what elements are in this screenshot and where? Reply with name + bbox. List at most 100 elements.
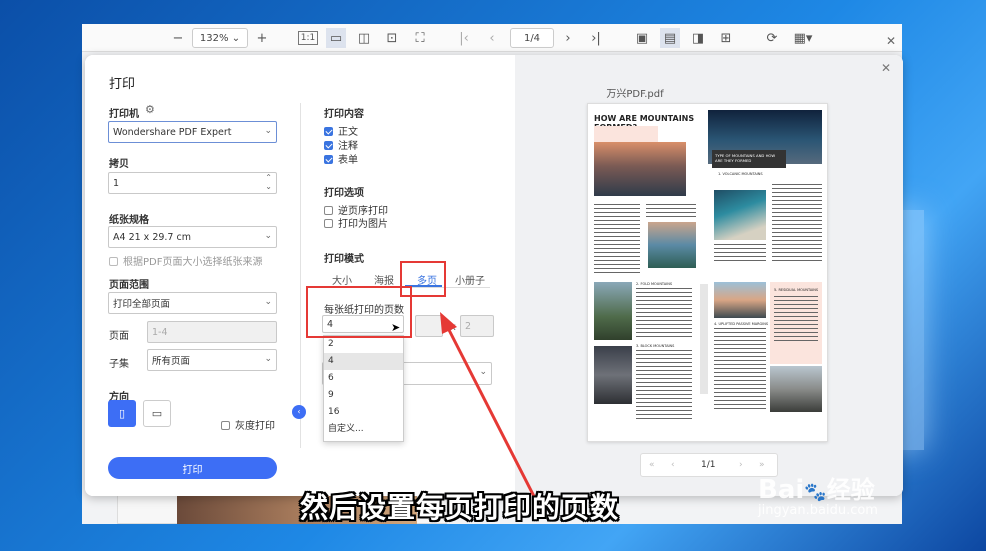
paper-source-checkbox[interactable]: 根据PDF页面大小选择纸张来源	[109, 253, 262, 268]
doc-peach-block	[594, 126, 658, 142]
doc-grey-bar	[700, 284, 708, 394]
dropdown-option-selected[interactable]: 4	[324, 353, 403, 370]
pages-per-sheet-dropdown: 2 4 6 9 16 自定义...	[323, 335, 404, 442]
grid-rows-stepper[interactable]: 2	[460, 315, 494, 337]
content-checkbox-annotations[interactable]: 注释	[324, 137, 358, 152]
next-page-icon[interactable]: ›	[560, 28, 576, 48]
rotate-view-icon[interactable]: ⟳	[762, 28, 782, 48]
doc-text-column	[594, 204, 640, 274]
checkbox-checked[interactable]	[324, 154, 333, 164]
zoom-in-icon[interactable]: +	[254, 28, 270, 48]
first-page-icon[interactable]: |‹	[456, 28, 472, 48]
doc-text-column	[636, 288, 692, 338]
single-page-icon[interactable]: ▣	[632, 28, 652, 48]
doc-image-sunset-mountain	[594, 142, 686, 196]
option-item-label: 打印为图片	[338, 219, 388, 230]
chevron-down-icon: ⌄	[264, 297, 272, 307]
fit-page-icon[interactable]: ◫	[354, 28, 374, 48]
pager-prev-icon[interactable]: ‹	[671, 460, 675, 470]
dropdown-option[interactable]: 16	[324, 404, 403, 421]
zoom-select[interactable]: 132% ⌄	[192, 28, 248, 48]
doc-image-snow-peak	[714, 282, 766, 318]
collapse-panel-icon[interactable]: ‹	[292, 405, 306, 419]
doc-image-coast	[714, 190, 766, 240]
copies-stepper[interactable]: 1 ⌃ ⌄	[108, 172, 277, 194]
dropdown-option[interactable]: 2	[324, 336, 403, 353]
fit-visible-icon[interactable]: ⊡	[382, 28, 402, 48]
landscape-icon: ▭	[151, 407, 163, 420]
doc-text-column	[636, 350, 692, 420]
doc-subtitle: TYPE OF MOUNTAINS AND HOW ARE THEY FORME…	[712, 150, 786, 168]
prev-page-icon[interactable]: ‹	[484, 28, 500, 48]
grid-x-label: x	[450, 322, 456, 333]
dropdown-option[interactable]: 9	[324, 387, 403, 404]
last-page-icon[interactable]: ›|	[588, 28, 604, 48]
watermark-brand2: 经验	[826, 476, 875, 504]
print-mode-label: 打印模式	[324, 254, 364, 265]
watermark-brand: Bai	[758, 475, 805, 505]
grayscale-checkbox[interactable]: 灰度打印	[221, 417, 275, 432]
tab-booklet[interactable]: 小册子	[455, 272, 485, 287]
fit-width-icon[interactable]: ▭	[326, 28, 346, 48]
highlight-box-dropdown	[306, 286, 412, 338]
content-checkbox-text[interactable]: 正文	[324, 123, 358, 138]
printer-value: Wondershare PDF Expert	[113, 126, 232, 138]
page-range-value: 打印全部页面	[113, 299, 171, 310]
pages-input[interactable]: 1-4	[147, 321, 277, 343]
print-settings-panel: 打印 打印机 ⚙ Wondershare PDF Expert ⌄ 拷贝 1 ⌃ ⌄ …	[85, 55, 515, 496]
portrait-icon: ▯	[118, 407, 126, 420]
dialog-title: 打印	[109, 77, 136, 92]
zoom-out-icon[interactable]: −	[170, 28, 186, 48]
subset-select[interactable]: 所有页面 ⌄	[147, 349, 277, 371]
pager-last-icon[interactable]: »	[759, 460, 765, 470]
page-number-field[interactable]: 1/4	[510, 28, 554, 48]
print-options-label: 打印选项	[324, 188, 364, 199]
paper-source-label: 根据PDF页面大小选择纸张来源	[123, 257, 263, 268]
doc-section-3: 3. BLOCK MOUNTAINS	[636, 344, 675, 348]
doc-text-column	[646, 204, 696, 218]
print-button[interactable]: 打印	[108, 457, 277, 479]
checkbox-box[interactable]	[109, 256, 118, 266]
doc-text-column	[774, 296, 818, 342]
chevron-down-icon: ⌄	[264, 354, 272, 364]
paper-size-select[interactable]: A4 21 x 29.7 cm ⌄	[108, 226, 277, 248]
printer-select[interactable]: Wondershare PDF Expert ⌄	[108, 121, 277, 143]
print-as-image-checkbox[interactable]: 打印为图片	[324, 215, 388, 230]
double-scroll-icon[interactable]: ⊞	[716, 28, 736, 48]
page-number-value: 1/4	[523, 32, 541, 44]
printer-settings-gear-icon[interactable]: ⚙	[145, 103, 155, 116]
landscape-button[interactable]: ▭	[143, 400, 171, 427]
subset-label: 子集	[109, 359, 129, 370]
tab-size[interactable]: 大小	[332, 272, 352, 287]
pager-next-icon[interactable]: ›	[739, 460, 743, 470]
close-dialog-icon[interactable]: ✕	[881, 61, 891, 75]
stepper-arrows-icon[interactable]: ⌃ ⌄	[265, 173, 272, 191]
page-range-select[interactable]: 打印全部页面 ⌄	[108, 292, 277, 314]
printer-label: 打印机	[109, 109, 139, 120]
print-preview-panel: ✕ 万兴PDF.pdf HOW ARE MOUNTAINS FORMED? TY…	[515, 55, 903, 496]
grid-rows-value: 2	[465, 320, 472, 332]
checkbox-box[interactable]	[221, 420, 230, 430]
content-checkbox-forms[interactable]: 表单	[324, 151, 358, 166]
checkbox-checked[interactable]	[324, 126, 333, 136]
tab-poster[interactable]: 海报	[374, 272, 394, 287]
doc-text-column	[772, 184, 822, 262]
single-scroll-icon[interactable]: ▤	[660, 28, 680, 48]
double-page-icon[interactable]: ◨	[688, 28, 708, 48]
checkbox-box[interactable]	[324, 218, 333, 228]
dropdown-option[interactable]: 6	[324, 370, 403, 387]
preview-page: HOW ARE MOUNTAINS FORMED? TYPE OF MOUNTA…	[587, 103, 828, 442]
toolbar-collapse-icon[interactable]: ✕	[886, 34, 896, 48]
fullscreen-icon[interactable]: ⛶	[410, 28, 430, 48]
checkbox-box[interactable]	[324, 205, 333, 215]
pager-value: 1/1	[701, 460, 716, 470]
pager-first-icon[interactable]: «	[649, 460, 655, 470]
paper-size-label: 纸张规格	[109, 215, 149, 226]
grid-columns-stepper[interactable]	[415, 315, 443, 337]
portrait-button[interactable]: ▯	[108, 400, 136, 427]
checkbox-checked[interactable]	[324, 140, 333, 150]
dropdown-option[interactable]: 自定义...	[324, 421, 403, 438]
layout-menu-icon[interactable]: ▦▾	[790, 28, 816, 48]
viewer-toolbar: − 132% ⌄ + 1:1 ▭ ◫ ⊡ ⛶ |‹ ‹ 1/4 › ›| ▣ ▤…	[82, 24, 902, 52]
actual-size-icon[interactable]: 1:1	[298, 31, 318, 45]
